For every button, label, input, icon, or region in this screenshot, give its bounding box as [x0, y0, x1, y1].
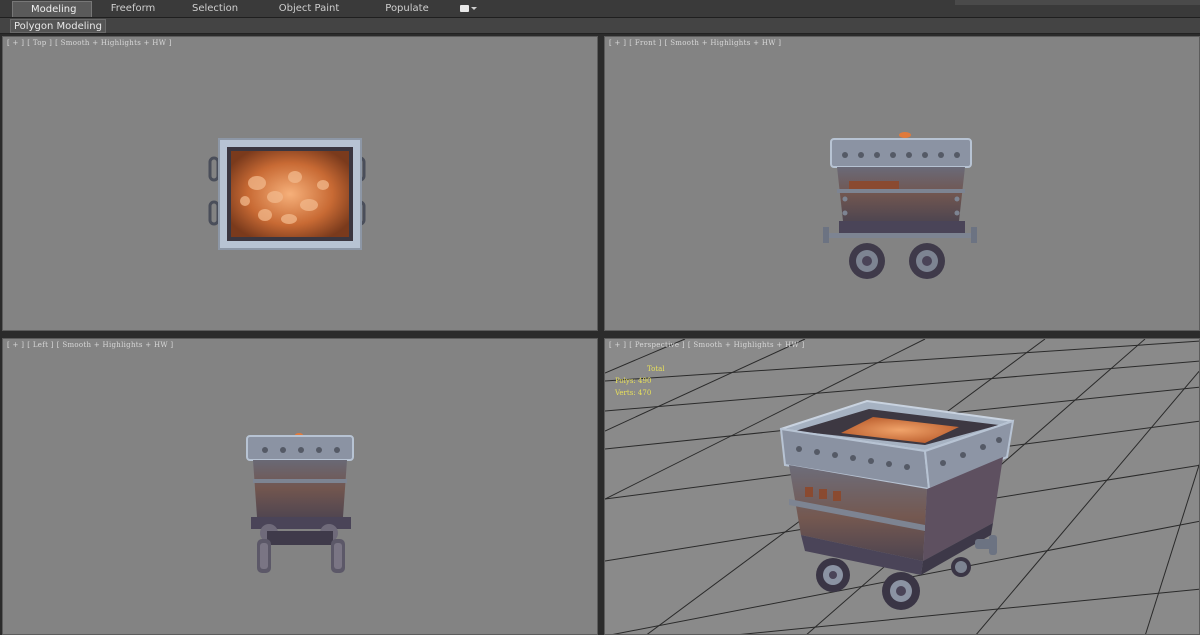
cart-rim: [830, 138, 972, 168]
ribbon-options-icon: [460, 4, 469, 12]
tab-freeform[interactable]: Freeform: [92, 1, 174, 17]
cart-wheels: [849, 243, 945, 279]
cart-bumper: [971, 227, 977, 243]
ribbon-tab-bar: Modeling Freeform Selection Object Paint…: [0, 0, 1200, 18]
chevron-down-icon: [471, 6, 477, 10]
tab-populate[interactable]: Populate: [364, 1, 450, 17]
ribbon-edge-strip: [955, 0, 1200, 5]
front-view-cart: [823, 132, 977, 279]
ribbon-panel: Polygon Modeling: [0, 18, 1200, 34]
ore-load: [899, 132, 911, 138]
cart-bumper: [823, 227, 829, 243]
tab-object-paint[interactable]: Object Paint: [254, 1, 364, 17]
left-view-cart: [246, 433, 354, 573]
cart-body: [253, 460, 347, 517]
cart-axle: [827, 233, 977, 238]
viewport-top[interactable]: [ + ][ Top ][ Smooth + Highlights + HW ]: [2, 36, 598, 331]
top-view-cart: [208, 138, 366, 250]
cart-body: [837, 167, 965, 221]
ribbon-options-dropdown[interactable]: [458, 3, 480, 15]
viewport-front[interactable]: [ + ][ Front ][ Smooth + Highlights + HW…: [604, 36, 1200, 331]
cart-band: [253, 479, 347, 483]
ore-load: [231, 151, 349, 237]
tab-modeling[interactable]: Modeling: [12, 0, 92, 17]
cart-latch: [849, 181, 899, 190]
cart-axle: [267, 531, 333, 545]
perspective-view-cart: [779, 399, 1015, 610]
polygon-modeling-button[interactable]: Polygon Modeling: [10, 19, 106, 33]
cart-band: [837, 189, 965, 193]
viewport-perspective[interactable]: [ + ][ Perspective ][ Smooth + Highlight…: [604, 338, 1200, 635]
viewport-left[interactable]: [ + ][ Left ][ Smooth + Highlights + HW …: [2, 338, 598, 635]
tab-selection[interactable]: Selection: [174, 1, 254, 17]
cart-chassis: [839, 221, 965, 233]
